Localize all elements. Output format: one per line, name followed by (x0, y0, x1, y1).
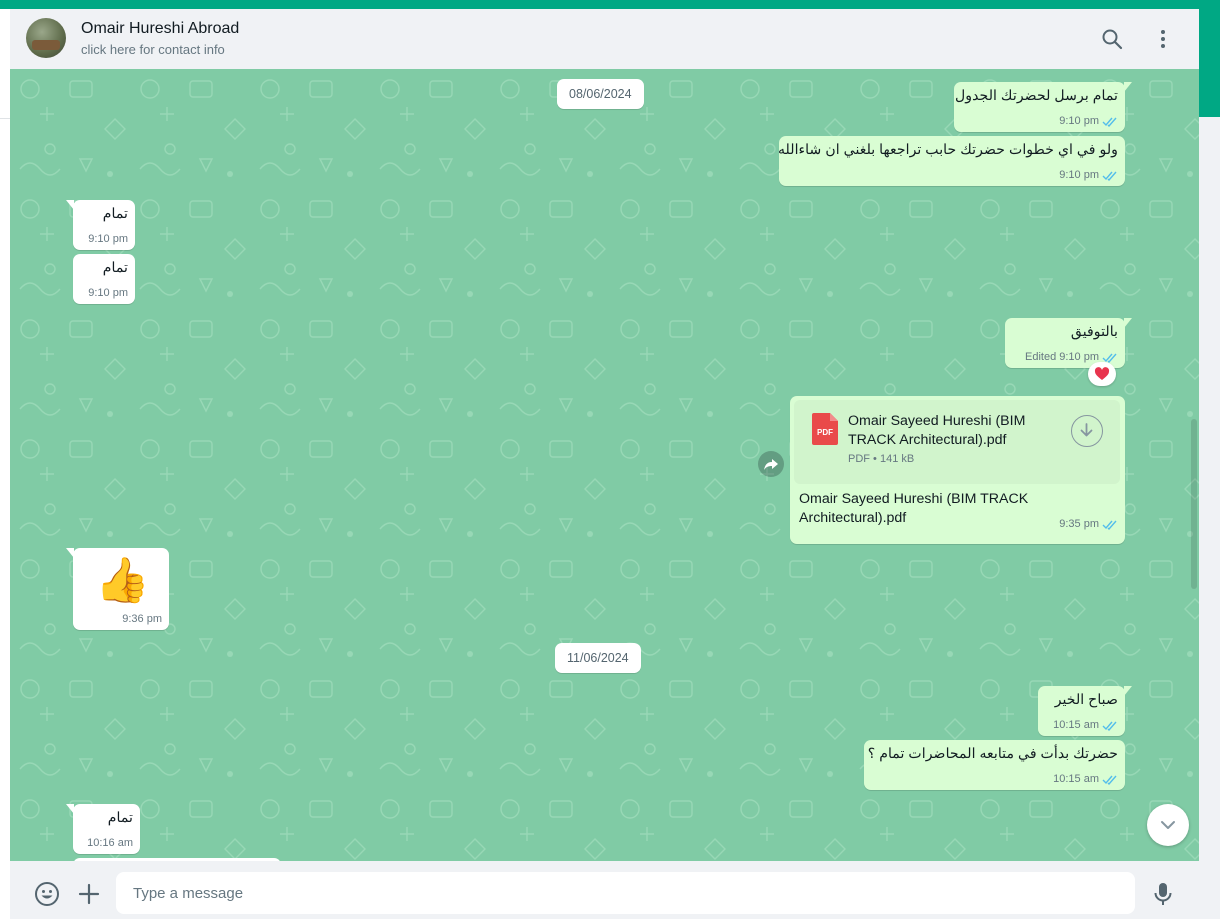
double-check-icon (1102, 353, 1117, 363)
double-check-icon (1102, 721, 1117, 731)
chevron-down-icon (1161, 821, 1175, 829)
download-icon[interactable] (1071, 415, 1103, 447)
svg-text:PDF: PDF (817, 428, 833, 437)
date-divider: 11/06/2024 (555, 643, 641, 673)
pdf-icon: PDF (812, 413, 838, 445)
search-icon[interactable] (1100, 27, 1124, 51)
message-text: صباح الخير (1054, 692, 1118, 708)
menu-icon[interactable] (1151, 27, 1175, 51)
double-check-icon (1102, 117, 1117, 127)
message-bubble-outgoing[interactable]: بالتوفيق Edited 9:10 pm (1005, 318, 1132, 368)
message-text: تمام (107, 810, 133, 826)
message-time: 9:10 pm (1059, 115, 1118, 127)
left-background-strip (0, 9, 10, 919)
message-bubble-outgoing[interactable]: تمام برسل لحضرتك الجدول 9:10 pm (954, 82, 1132, 132)
message-time: 9:36 pm (122, 613, 162, 625)
message-bubble-incoming[interactable]: تمام 9:10 pm (73, 254, 135, 304)
message-list[interactable]: 08/06/2024 تمام برسل لحضرتك الجدول 9:10 … (10, 69, 1199, 861)
message-time: 9:10 pm (1059, 169, 1118, 181)
message-text: تمام (102, 260, 128, 276)
message-time: 9:10 pm (88, 287, 128, 299)
chat-header[interactable]: Omair Hureshi Abroad click here for cont… (10, 9, 1199, 70)
reaction-badge[interactable] (1088, 362, 1116, 386)
message-time: 9:35 pm (1059, 518, 1118, 530)
forward-icon[interactable] (758, 451, 784, 477)
message-input[interactable] (116, 872, 1135, 914)
message-text: بالتوفيق (1070, 324, 1118, 340)
document-caption: Omair Sayeed Hureshi (BIM TRACK Architec… (799, 491, 1029, 526)
message-time: 10:15 am (1053, 719, 1118, 731)
document-message[interactable]: PDF Omair Sayeed Hureshi (BIM TRACK Arch… (790, 396, 1125, 544)
scroll-to-bottom-button[interactable] (1147, 804, 1189, 846)
message-bubble-outgoing[interactable]: صباح الخير 10:15 am (1038, 686, 1132, 736)
left-divider (0, 118, 10, 119)
message-time: 9:10 pm (88, 233, 128, 245)
date-divider: 08/06/2024 (557, 79, 644, 109)
composer-bar (10, 861, 1199, 919)
emoji-message: 👍 (95, 556, 150, 605)
document-card[interactable]: PDF Omair Sayeed Hureshi (BIM TRACK Arch… (794, 400, 1120, 484)
document-title: Omair Sayeed Hureshi (BIM TRACK Architec… (848, 413, 1026, 448)
avatar[interactable] (26, 18, 66, 58)
message-text: تمام برسل لحضرتك الجدول (954, 88, 1118, 104)
double-check-icon (1102, 171, 1117, 181)
scrollbar[interactable] (1189, 129, 1199, 861)
message-bubble-incoming[interactable]: 👍 9:36 pm (66, 548, 169, 630)
right-background-strip (1199, 117, 1220, 919)
heart-icon (1094, 367, 1110, 380)
right-accent-strip (1199, 9, 1220, 117)
emoji-icon[interactable] (34, 881, 60, 907)
top-accent-band (0, 0, 1220, 9)
message-text: تمام (102, 206, 128, 222)
double-check-icon (1102, 775, 1117, 785)
message-bubble-outgoing[interactable]: ولو في اي خطوات حضرتك حابب تراجعها بلغني… (777, 136, 1125, 186)
message-text: ولو في اي خطوات حضرتك حابب تراجعها بلغني… (777, 142, 1118, 158)
message-text: حضرتك بدأت في متابعه المحاضرات تمام ؟ (867, 746, 1118, 762)
message-time: 10:15 am (1053, 773, 1118, 785)
contact-info-hint[interactable]: click here for contact info (81, 42, 225, 57)
mic-icon[interactable] (1153, 881, 1173, 907)
message-time: 10:16 am (87, 837, 133, 849)
plus-icon[interactable] (77, 882, 101, 906)
message-bubble-incoming[interactable]: تمام 9:10 pm (66, 200, 135, 250)
document-meta: PDF • 141 kB (848, 453, 915, 465)
message-bubble-outgoing[interactable]: حضرتك بدأت في متابعه المحاضرات تمام ؟ 10… (864, 740, 1125, 790)
scrollbar-thumb[interactable] (1191, 419, 1197, 589)
double-check-icon (1102, 520, 1117, 530)
contact-name[interactable]: Omair Hureshi Abroad (81, 20, 239, 38)
conversation-panel: Omair Hureshi Abroad click here for cont… (10, 9, 1199, 919)
message-bubble-incoming[interactable]: تمام 10:16 am (66, 804, 140, 854)
